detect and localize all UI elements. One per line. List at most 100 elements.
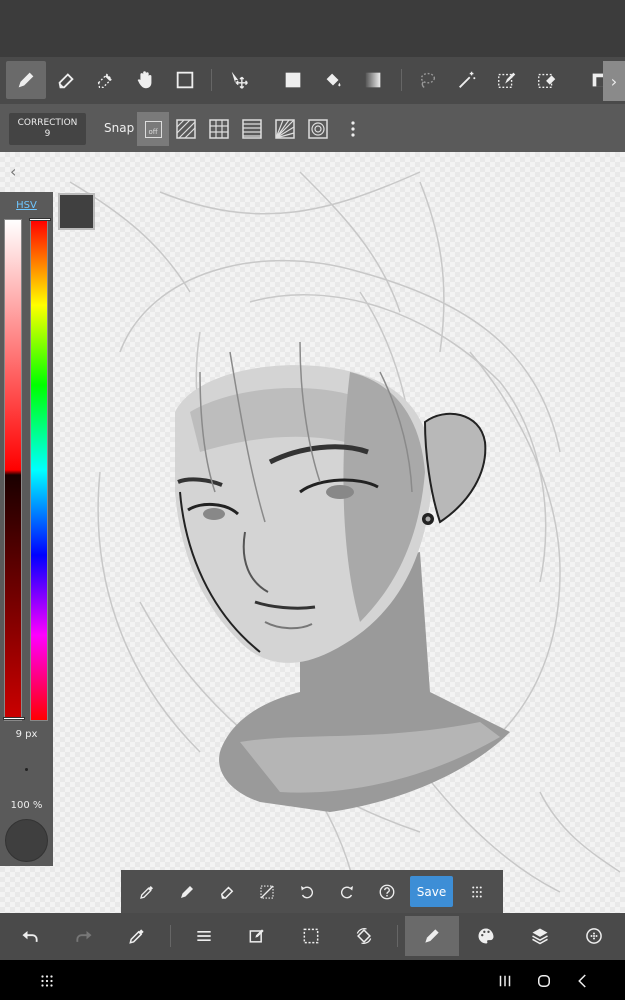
snap-parallel-button[interactable] — [170, 112, 202, 146]
recents-button[interactable] — [490, 968, 520, 994]
bottom-divider — [397, 925, 398, 947]
sub-toolbar: CORRECTION 9 Snap off — [0, 104, 625, 152]
radial-lines-icon — [275, 119, 295, 139]
horizontal-lines-icon — [242, 119, 262, 139]
redo-icon — [76, 931, 92, 942]
brush-button[interactable] — [405, 916, 459, 956]
snap-more-button[interactable] — [337, 112, 369, 146]
edit-button[interactable] — [230, 916, 284, 956]
quick-bar: Save — [121, 870, 503, 913]
palette-button[interactable] — [459, 916, 513, 956]
eraser-tool-button[interactable] — [46, 61, 86, 99]
color-panel: HSV 9 px 100 % — [0, 192, 53, 866]
back-icon — [578, 974, 586, 988]
hue-handle[interactable] — [29, 218, 51, 221]
gradient-tool-button[interactable] — [353, 61, 393, 99]
menu-icon — [197, 931, 211, 941]
select-pen-tool-button[interactable] — [487, 61, 527, 99]
color-swatch-button[interactable] — [58, 193, 95, 230]
soft-eraser-tool-button[interactable] — [85, 61, 125, 99]
recents-icon — [499, 975, 511, 987]
quickbar-grip-button[interactable] — [461, 876, 493, 908]
grid-dots-icon — [472, 886, 482, 898]
rotate-right-icon — [341, 886, 353, 899]
quick-pen-button[interactable] — [171, 876, 203, 908]
layers-icon — [532, 928, 548, 945]
lasso-tool-button[interactable] — [407, 61, 447, 99]
brush-preview-dot — [25, 768, 28, 771]
snap-grid-button[interactable] — [203, 112, 235, 146]
help-icon — [379, 884, 395, 900]
bottom-divider — [170, 925, 171, 947]
undo-icon — [22, 931, 38, 942]
rotate-canvas-button[interactable] — [337, 916, 391, 956]
artwork — [69, 171, 621, 913]
redo-quick-button[interactable] — [331, 876, 363, 908]
menu-button[interactable] — [177, 916, 231, 956]
snap-horizontal-button[interactable] — [236, 112, 268, 146]
saturation-handle[interactable] — [3, 717, 25, 720]
bottom-toolbar — [0, 913, 625, 960]
snap-radial-button[interactable] — [269, 112, 301, 146]
hsv-mode-button[interactable]: HSV — [0, 200, 53, 211]
hue-slider[interactable] — [29, 218, 51, 721]
undo-quick-button[interactable] — [291, 876, 323, 908]
back-button[interactable] — [568, 968, 598, 994]
move-tool-button[interactable] — [220, 61, 260, 99]
eraser-icon — [220, 886, 234, 899]
lasso-icon — [420, 72, 436, 88]
saturation-slider[interactable] — [3, 219, 25, 721]
chevron-left-icon: ‹ — [10, 162, 17, 181]
apps-grid-icon — [41, 975, 53, 987]
snap-circle-button[interactable] — [302, 112, 334, 146]
rotate-left-icon — [301, 886, 313, 899]
redo-button[interactable] — [57, 916, 111, 956]
drawing-canvas[interactable] — [0, 152, 625, 913]
bottom-eyedropper-button[interactable] — [110, 916, 164, 956]
eyedropper-icon — [140, 886, 153, 899]
hand-tool-button[interactable] — [125, 61, 165, 99]
magic-wand-icon — [459, 71, 476, 88]
brush-size-label[interactable]: 9 px — [0, 729, 53, 740]
grid-icon — [209, 119, 229, 139]
opacity-label[interactable]: 100 % — [0, 800, 53, 811]
bucket-tool-button[interactable] — [313, 61, 353, 99]
eyedropper-icon — [129, 929, 144, 944]
edit-square-icon — [249, 929, 264, 943]
selection-button[interactable] — [284, 916, 338, 956]
help-button[interactable] — [371, 876, 403, 908]
selection-icon — [303, 928, 319, 944]
more-options-button[interactable] — [567, 916, 621, 956]
filled-square-icon — [285, 72, 301, 88]
magic-wand-tool-button[interactable] — [447, 61, 487, 99]
eyedropper-button[interactable] — [131, 876, 163, 908]
quick-eraser-button[interactable] — [211, 876, 243, 908]
deselect-button[interactable] — [251, 876, 283, 908]
home-icon — [538, 975, 550, 987]
collapse-panel-button[interactable]: ‹ — [10, 162, 16, 181]
save-button[interactable]: Save — [410, 876, 453, 907]
pen-tool-button[interactable] — [6, 61, 46, 99]
home-button[interactable] — [529, 968, 559, 994]
correction-value: 9 — [44, 129, 51, 139]
toolbar-expand-button[interactable]: › — [603, 61, 625, 101]
select-eraser-tool-button[interactable] — [527, 61, 567, 99]
toolbar-divider — [211, 69, 212, 91]
parallel-lines-icon — [176, 119, 196, 139]
current-color-circle[interactable] — [5, 819, 48, 862]
pen-icon — [181, 886, 193, 898]
undo-button[interactable] — [3, 916, 57, 956]
select-pen-icon — [498, 72, 516, 89]
correction-button[interactable]: CORRECTION 9 — [9, 113, 86, 145]
app-drawer-button[interactable] — [32, 968, 62, 994]
system-navigation-bar — [0, 960, 625, 1000]
deselect-icon — [260, 885, 274, 899]
fill-rect-tool-button[interactable] — [273, 61, 313, 99]
correction-label: CORRECTION — [17, 118, 78, 128]
layers-button[interactable] — [513, 916, 567, 956]
shape-tool-button[interactable] — [165, 61, 205, 99]
chevron-right-icon: › — [610, 71, 618, 91]
more-vertical-icon — [351, 121, 355, 137]
snap-off-button[interactable]: off — [137, 112, 169, 146]
snap-label: Snap — [104, 121, 135, 135]
